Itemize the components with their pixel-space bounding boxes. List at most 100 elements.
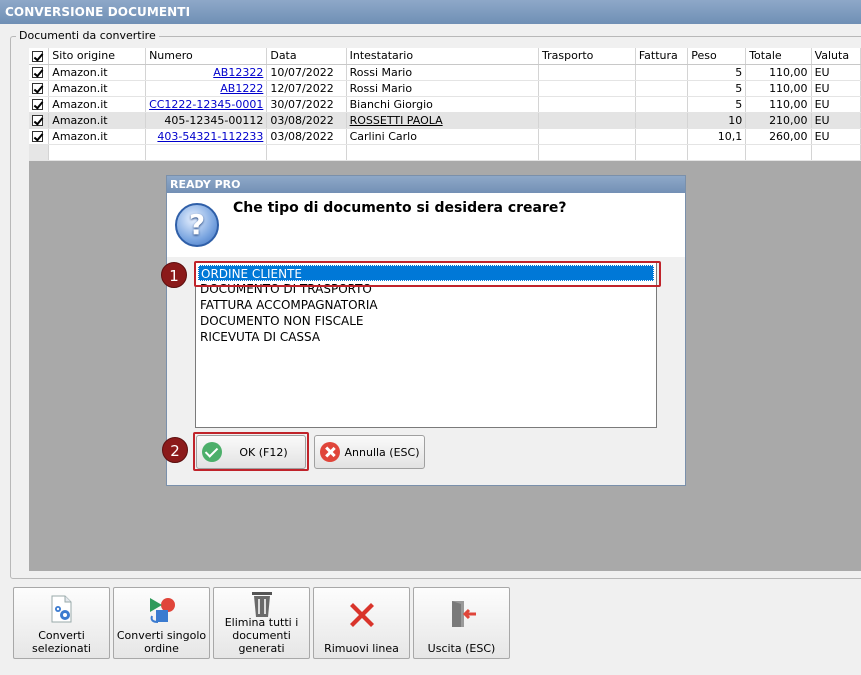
cancel-button-label: Annulla (ESC) (344, 445, 420, 459)
list-item[interactable]: RICEVUTA DI CASSA (196, 329, 656, 345)
exit-label: Uscita (ESC) (427, 642, 496, 655)
cell-valuta: EU (811, 112, 861, 129)
row-checkbox[interactable] (29, 64, 50, 81)
col-header[interactable]: Totale (745, 48, 812, 65)
convert-single-order-label: Converti singolo ordine (116, 629, 207, 655)
cell-numero: AB1222 (145, 80, 268, 97)
cell-valuta: EU (811, 64, 861, 81)
cell-totale: 210,00 (745, 112, 812, 129)
delete-all-generated-label: Elimina tutti i documenti generati (224, 616, 299, 655)
cell-data: 12/07/2022 (266, 80, 347, 97)
red-x-icon (349, 603, 374, 627)
col-header[interactable]: Sito origine (48, 48, 147, 65)
cancel-button[interactable]: Annulla (ESC) (314, 435, 425, 469)
cell-valuta: EU (811, 128, 861, 145)
cell-site: Amazon.it (48, 128, 147, 145)
numero-link[interactable]: 403-54321-112233 (157, 130, 263, 143)
step-badge-2: 2 (162, 437, 188, 463)
cell-intestatario: Rossi Mario (346, 64, 540, 81)
question-icon: ? (175, 203, 219, 247)
exit-door-icon (451, 601, 476, 627)
cell-fattura (635, 112, 689, 129)
cell-trasporto (538, 128, 636, 145)
delete-all-generated-button[interactable]: Elimina tutti i documenti generati (213, 587, 310, 659)
checkbox-icon (32, 99, 43, 110)
cell-peso: 10,1 (687, 128, 747, 145)
documents-table: Sito origine Numero Data Intestatario Tr… (29, 48, 861, 161)
cell-totale: 110,00 (745, 80, 812, 97)
cell-totale: 110,00 (745, 96, 812, 113)
cell-totale: 110,00 (745, 64, 812, 81)
remove-line-label: Rimuovi linea (324, 642, 399, 655)
dialog-title: READY PRO (167, 176, 685, 193)
row-checkbox[interactable] (29, 112, 50, 129)
col-header[interactable]: Intestatario (346, 48, 540, 65)
table-row[interactable]: Amazon.it AB1222 12/07/2022 Rossi Mario … (29, 80, 861, 97)
new-row-selector[interactable] (29, 144, 50, 161)
cell-site: Amazon.it (48, 64, 147, 81)
table-row[interactable]: Amazon.it 405-12345-00112 03/08/2022 ROS… (29, 112, 861, 129)
list-item[interactable]: FATTURA ACCOMPAGNATORIA (196, 297, 656, 313)
list-item[interactable]: DOCUMENTO NON FISCALE (196, 313, 656, 329)
table-row[interactable]: Amazon.it 403-54321-112233 03/08/2022 Ca… (29, 128, 861, 145)
col-header[interactable]: Peso (687, 48, 747, 65)
convert-single-order-button[interactable]: Converti singolo ordine (113, 587, 210, 659)
cell-peso: 10 (687, 112, 747, 129)
cell-site: Amazon.it (48, 96, 147, 113)
cell-intestatario: Carlini Carlo (346, 128, 540, 145)
convert-selected-label: Converti selezionati (32, 629, 91, 655)
highlight-box-list (194, 261, 661, 287)
cell-intestatario: Rossi Mario (346, 80, 540, 97)
row-checkbox[interactable] (29, 128, 50, 145)
col-header[interactable]: Valuta (811, 48, 861, 65)
table-row[interactable]: Amazon.it CC1222-12345-0001 30/07/2022 B… (29, 96, 861, 113)
convert-selected-button[interactable]: Converti selezionati (13, 587, 110, 659)
cell-fattura (635, 96, 689, 113)
close-icon (320, 442, 340, 462)
col-header[interactable]: Data (266, 48, 347, 65)
table-header: Sito origine Numero Data Intestatario Tr… (29, 48, 861, 65)
trash-icon (251, 592, 272, 617)
numero-link[interactable]: CC1222-12345-0001 (149, 98, 263, 111)
select-all-checkbox[interactable] (29, 48, 50, 65)
col-header[interactable]: Numero (145, 48, 268, 65)
remove-line-button[interactable]: Rimuovi linea (313, 587, 410, 659)
cell-data: 03/08/2022 (266, 112, 347, 129)
cell-trasporto (538, 112, 636, 129)
dialog-question: Che tipo di documento si desidera creare… (233, 200, 567, 216)
cell-peso: 5 (687, 64, 747, 81)
row-checkbox[interactable] (29, 96, 50, 113)
cell-numero: AB12322 (145, 64, 268, 81)
cell-totale: 260,00 (745, 128, 812, 145)
checkbox-icon (32, 67, 43, 78)
cell-intestatario: ROSSETTI PAOLA (346, 112, 540, 129)
cell-valuta: EU (811, 80, 861, 97)
convert-shapes-icon (149, 598, 175, 623)
cell-peso: 5 (687, 96, 747, 113)
step-badge-1: 1 (161, 262, 187, 288)
col-header[interactable]: Fattura (635, 48, 689, 65)
exit-button[interactable]: Uscita (ESC) (413, 587, 510, 659)
checkbox-icon (32, 50, 43, 62)
highlight-box-ok (193, 432, 309, 471)
cell-site: Amazon.it (48, 112, 147, 129)
cell-data: 30/07/2022 (266, 96, 347, 113)
cell-data: 10/07/2022 (266, 64, 347, 81)
cell-trasporto (538, 64, 636, 81)
cell-numero: 405-12345-00112 (145, 112, 268, 129)
numero-link[interactable]: AB12322 (213, 66, 263, 79)
cell-fattura (635, 128, 689, 145)
col-header[interactable]: Trasporto (538, 48, 636, 65)
new-row[interactable] (29, 144, 861, 161)
table-row[interactable]: Amazon.it AB12322 10/07/2022 Rossi Mario… (29, 64, 861, 81)
cell-trasporto (538, 96, 636, 113)
dialog-header: ? Che tipo di documento si desidera crea… (167, 193, 685, 257)
checkbox-icon (32, 83, 43, 94)
cell-intestatario: Bianchi Giorgio (346, 96, 540, 113)
numero-link[interactable]: AB1222 (220, 82, 263, 95)
cell-numero: 403-54321-112233 (145, 128, 268, 145)
cell-peso: 5 (687, 80, 747, 97)
checkbox-icon (32, 115, 43, 126)
row-checkbox[interactable] (29, 80, 50, 97)
cell-valuta: EU (811, 96, 861, 113)
